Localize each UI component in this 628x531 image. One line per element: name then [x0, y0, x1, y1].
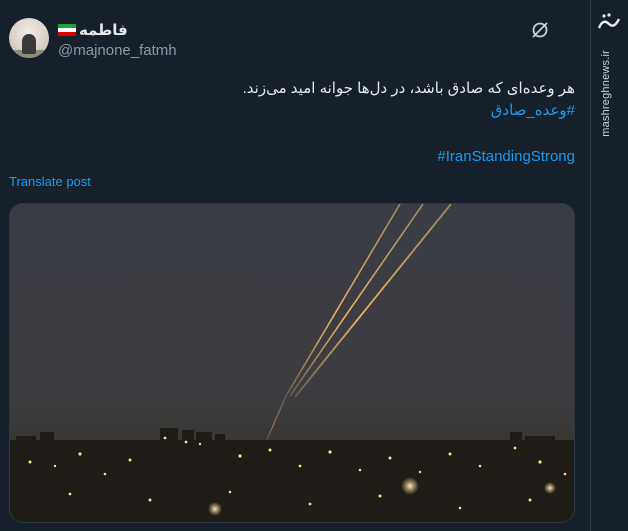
- grok-icon[interactable]: [530, 20, 550, 40]
- hashtag-link-en[interactable]: #IranStandingStrong: [9, 148, 575, 165]
- watermark-site: mashreghnews.ir: [600, 50, 612, 137]
- iran-flag-icon: [58, 24, 76, 36]
- watermark-strip: mashreghnews.ir: [590, 0, 628, 531]
- city-skyline: [10, 428, 574, 522]
- avatar-figure: [22, 34, 36, 54]
- street-light-glow: [544, 482, 556, 494]
- street-light-glow: [208, 502, 222, 516]
- display-name[interactable]: فاطمه: [79, 21, 128, 39]
- author-name-row[interactable]: فاطمه: [58, 20, 128, 40]
- mashregh-logo: mashreghnews.ir: [596, 10, 622, 137]
- tweet-text: هر وعده‌ای که صادق باشد، در دل‌ها جوانه …: [9, 78, 575, 122]
- night-sky-photo: [10, 204, 574, 522]
- user-handle[interactable]: @majnone_fatmh: [58, 42, 177, 59]
- translate-post-link[interactable]: Translate post: [9, 174, 91, 189]
- street-light-glow: [401, 477, 419, 495]
- avatar[interactable]: [9, 18, 49, 58]
- tweet-media-image[interactable]: [9, 203, 575, 523]
- mashregh-logo-mark: [597, 13, 621, 29]
- tweet-text-line: هر وعده‌ای که صادق باشد، در دل‌ها جوانه …: [242, 80, 575, 97]
- hashtag-link-fa[interactable]: #وعده_صادق: [9, 100, 575, 122]
- tweet-card: فاطمه @majnone_fatmh هر وعده‌ای که صادق …: [0, 0, 590, 531]
